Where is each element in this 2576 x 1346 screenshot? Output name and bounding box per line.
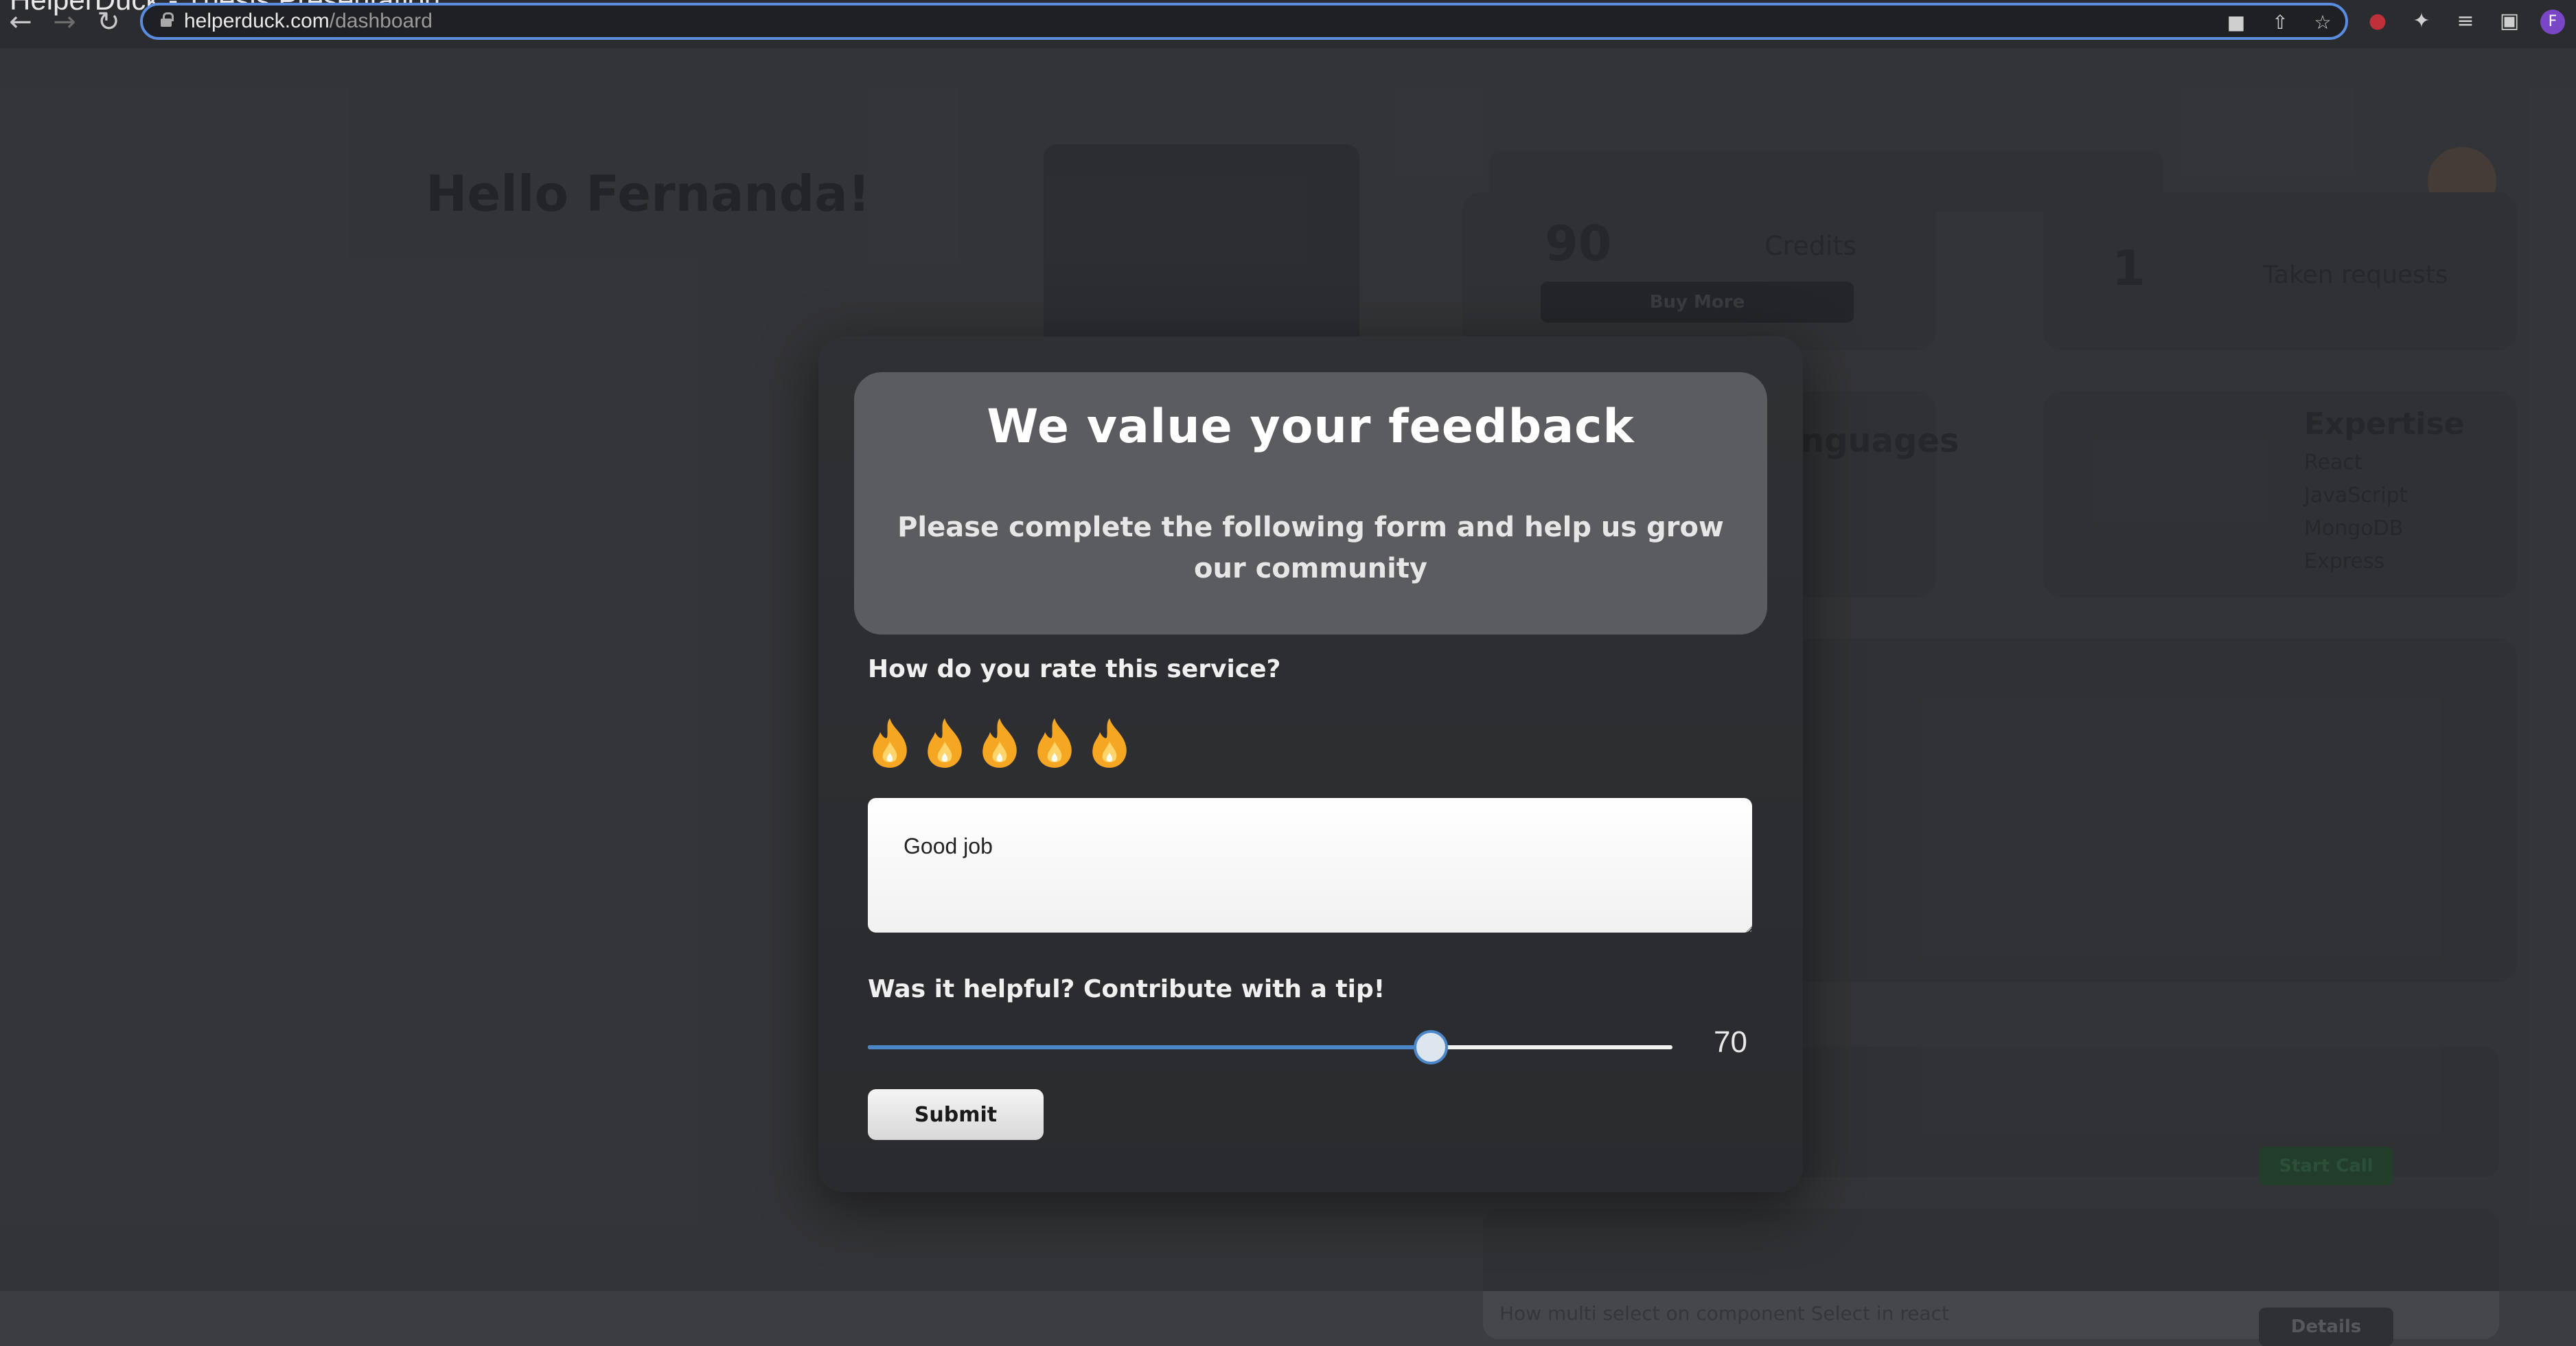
bookmark-star-icon[interactable]: ☆ [2312,12,2333,33]
tip-slider[interactable] [868,1030,1672,1064]
details-button: Details [2259,1308,2393,1346]
tip-question: Was it helpful? Contribute with a tip! [868,975,1385,1003]
share-icon[interactable]: ⇧ [2270,12,2290,33]
flame-icon[interactable] [978,717,1022,769]
profile-avatar[interactable]: F [2540,10,2565,34]
tip-value: 70 [1714,1025,1747,1059]
browser-toolbar: HelperDuck - Thesis Presentation ← → ↻ h… [0,0,2576,48]
address-bar[interactable]: helperduck.com/dashboard ■ ⇧ ☆ [140,3,2348,40]
feedback-modal: We value your feedback Please complete t… [818,336,1803,1192]
forward-icon[interactable]: → [49,7,80,37]
rating-question: How do you rate this service? [868,655,1281,683]
reload-icon[interactable]: ↻ [93,7,124,37]
flame-icon[interactable] [1033,717,1077,769]
tip-slider-thumb[interactable] [1414,1030,1448,1064]
url-path: /dashboard [329,10,433,32]
submit-button[interactable]: Submit [868,1089,1044,1140]
url-text[interactable]: helperduck.com/dashboard [184,10,433,33]
back-icon[interactable]: ← [5,7,36,37]
extension-icon[interactable]: ● [2366,10,2389,33]
lock-icon[interactable] [161,12,174,27]
comment-textarea[interactable]: Good job [868,798,1752,933]
request-row-text: How multi select on component Select in … [1499,1302,1949,1325]
sidepanel-icon[interactable]: ▣ [2498,10,2521,33]
flame-icon[interactable] [1088,717,1131,769]
details-label: Details [2290,1316,2362,1337]
tip-slider-fill [868,1045,1431,1049]
url-host: helperduck.com [184,10,330,32]
puzzle-icon[interactable]: ✦ [2410,10,2433,33]
camera-icon[interactable]: ■ [2226,12,2246,33]
modal-subtitle: Please complete the following form and h… [897,512,1724,584]
modal-header: We value your feedback Please complete t… [854,372,1767,635]
flame-icon[interactable] [923,717,967,769]
reading-list-icon[interactable]: ≡ [2454,10,2477,33]
flame-icon[interactable] [868,717,912,769]
modal-title: We value your feedback [987,400,1635,454]
